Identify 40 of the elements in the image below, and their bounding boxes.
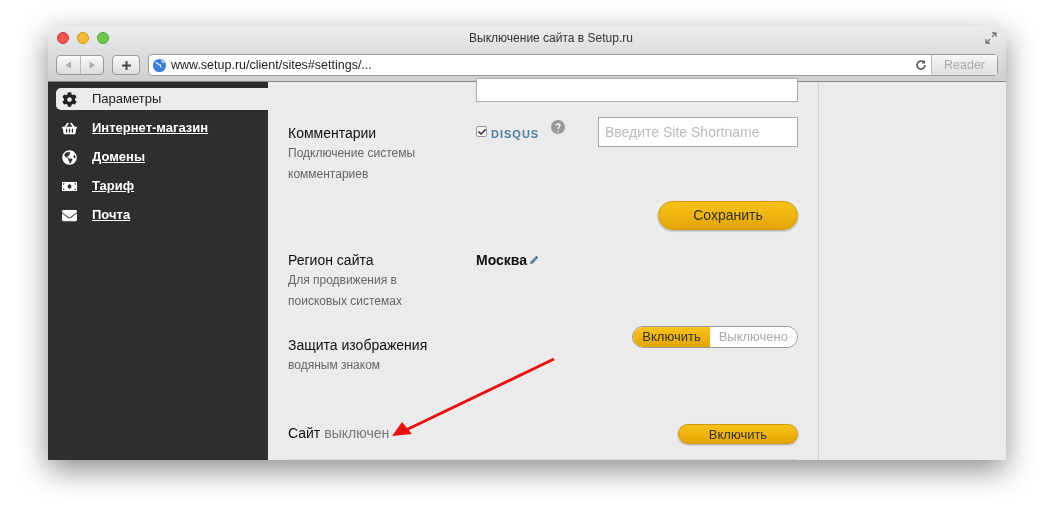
shortname-field[interactable]: Введите Site Shortname xyxy=(598,117,798,147)
gear-icon xyxy=(62,91,77,107)
save-button[interactable]: Сохранить xyxy=(658,201,798,230)
setting-description: Для продвижения в поисковых системах xyxy=(288,272,403,310)
basket-icon xyxy=(62,120,77,136)
setting-title: Комментарии xyxy=(288,124,378,143)
back-forward-buttons[interactable] xyxy=(56,55,104,75)
maximize-button[interactable] xyxy=(97,32,109,44)
checkbox[interactable] xyxy=(476,126,487,137)
text-field[interactable] xyxy=(476,78,798,102)
enable-button[interactable]: Включить xyxy=(678,423,798,444)
globe-icon xyxy=(62,149,77,165)
window-title: Выключение сайта в Setup.ru xyxy=(469,30,633,47)
help-icon[interactable] xyxy=(551,120,566,134)
address-bar[interactable]: www.setup.ru/client/sites#settings/... Reader xyxy=(148,54,998,76)
envelope-icon xyxy=(62,207,77,223)
setting-description: водяным знаком xyxy=(288,357,382,374)
globe-icon xyxy=(152,57,167,73)
sidebar-item[interactable]: Почта xyxy=(56,204,268,226)
setting-title: Защита изображения xyxy=(288,336,428,355)
toggle-option[interactable]: Включить xyxy=(633,327,710,347)
new-tab-button[interactable] xyxy=(112,55,140,75)
url-text: www.setup.ru/client/sites#settings/... xyxy=(171,56,373,74)
sidebar-item[interactable]: Интернет-магазин xyxy=(56,117,268,139)
setting-title: Регион сайта xyxy=(288,251,375,270)
close-button[interactable] xyxy=(57,32,69,44)
status-label: Сайт xyxy=(288,424,321,443)
reload-icon[interactable] xyxy=(915,59,927,71)
minimize-button[interactable] xyxy=(77,32,89,44)
check-icon xyxy=(477,127,486,136)
disqus-logo: DISQUS xyxy=(491,127,540,142)
sidebar-item[interactable]: Домены xyxy=(56,146,268,168)
plus-icon xyxy=(120,59,132,71)
setting-description: Подключение системы комментариев xyxy=(288,145,417,183)
pencil-icon[interactable] xyxy=(530,256,539,264)
region-value: Москва xyxy=(476,251,528,270)
fullscreen-icon[interactable] xyxy=(985,32,997,44)
sidebar-item[interactable]: Параметры xyxy=(56,88,268,110)
sidebar-item[interactable]: Тариф xyxy=(56,175,268,197)
status-value: выключен xyxy=(324,424,390,443)
